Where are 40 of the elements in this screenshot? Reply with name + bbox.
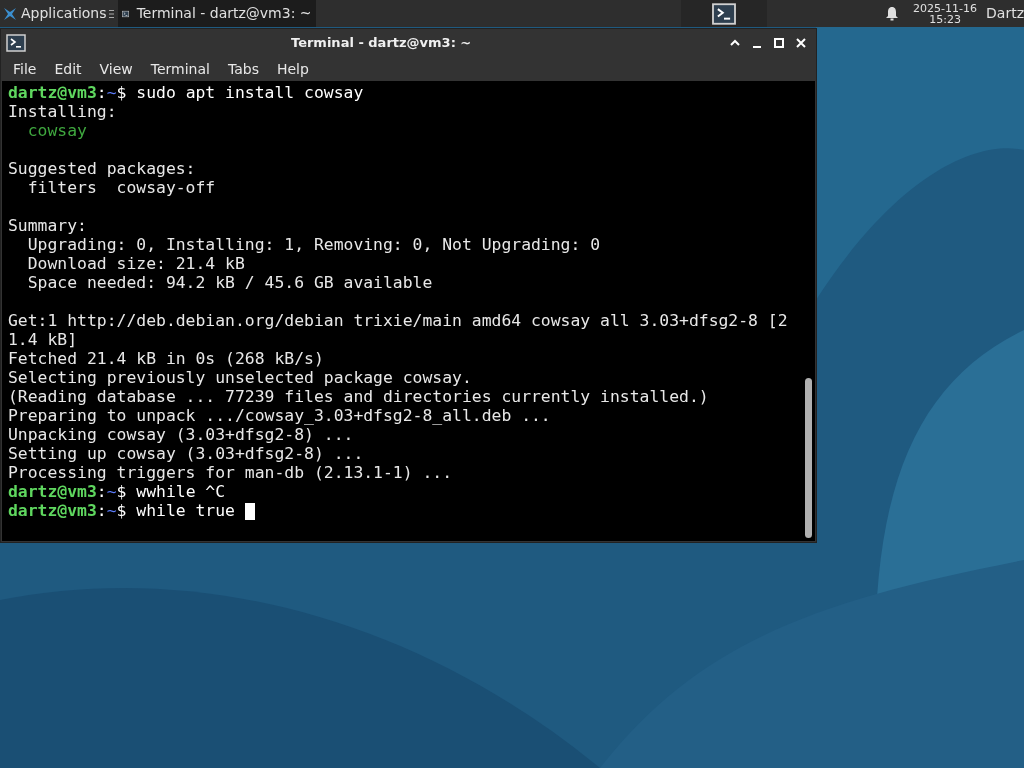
menu-item[interactable]: Edit	[45, 57, 91, 81]
separator-handle-icon	[108, 8, 114, 19]
terminal-line: Selecting previously unselected package cowsay.	[8, 368, 472, 387]
terminal-line: Suggested packages:	[8, 159, 196, 178]
terminal-line: 1.4 kB]	[8, 330, 78, 349]
terminal-launcher[interactable]	[681, 0, 768, 27]
terminal-line: Setting up cowsay (3.03+dfsg2-8) ...	[8, 444, 364, 463]
notification-bell-icon[interactable]	[885, 6, 900, 21]
terminal-line: Unpacking cowsay (3.03+dfsg2-8) ...	[8, 425, 354, 444]
terminal-line: cowsay	[26, 121, 87, 140]
menu-item[interactable]: File	[4, 57, 46, 81]
terminal-line: Get:1 http://deb.debian.org/debian trixie/main amd64 cowsay all 3.03+dfsg2-8 [2	[8, 311, 788, 330]
maximize-icon[interactable]	[773, 37, 785, 49]
window-title: Terminal - dartz@vm3: ~	[291, 34, 472, 53]
terminal-line: (Reading database ... 77239 files and directories currently installed.)	[8, 387, 709, 406]
terminal-line: Fetched 21.4 kB in 0s (268 kB/s)	[8, 349, 324, 368]
menu-item[interactable]: View	[90, 57, 142, 81]
terminal-line: Summary:	[8, 216, 87, 235]
terminal-line: dartz@vm3:~$ while true	[8, 501, 255, 520]
terminal-line: Preparing to unpack .../cowsay_3.03+dfsg2-8_all.deb ...	[8, 406, 551, 425]
terminal-icon	[6, 34, 26, 52]
user-name[interactable]: Dartz	[986, 3, 1024, 24]
menu-item[interactable]: Tabs	[218, 57, 268, 81]
clock[interactable]: 2025-11-16 15:23	[913, 2, 978, 25]
menu-item[interactable]: Help	[267, 57, 318, 81]
menu-item[interactable]: Terminal	[141, 57, 219, 81]
applications-menu[interactable]: Applications	[0, 0, 109, 27]
terminal-line: Installing:	[8, 102, 117, 121]
terminal-line: Space needed: 94.2 kB / 45.6 GB available	[26, 273, 433, 292]
terminal-line: Upgrading: 0, Installing: 1, Removing: 0, Not Upgrading: 0	[26, 235, 601, 254]
terminal-line: Download size: 21.4 kB	[26, 254, 245, 273]
logo-icon	[2, 5, 18, 22]
terminal-line: dartz@vm3:~$ wwhile ^C	[8, 482, 226, 501]
terminal-line: dartz@vm3:~$ sudo apt install cowsay	[8, 83, 364, 102]
scrollbar-thumb[interactable]	[804, 378, 812, 538]
terminal-icon	[711, 2, 738, 25]
taskbar-button[interactable]: Terminal - dartz@vm3: ~	[117, 0, 316, 27]
terminal-line: filters cowsay-off	[26, 178, 216, 197]
close-icon[interactable]	[795, 37, 807, 49]
terminal-line: Processing triggers for man-db (2.13.1-1) ...	[8, 463, 453, 482]
